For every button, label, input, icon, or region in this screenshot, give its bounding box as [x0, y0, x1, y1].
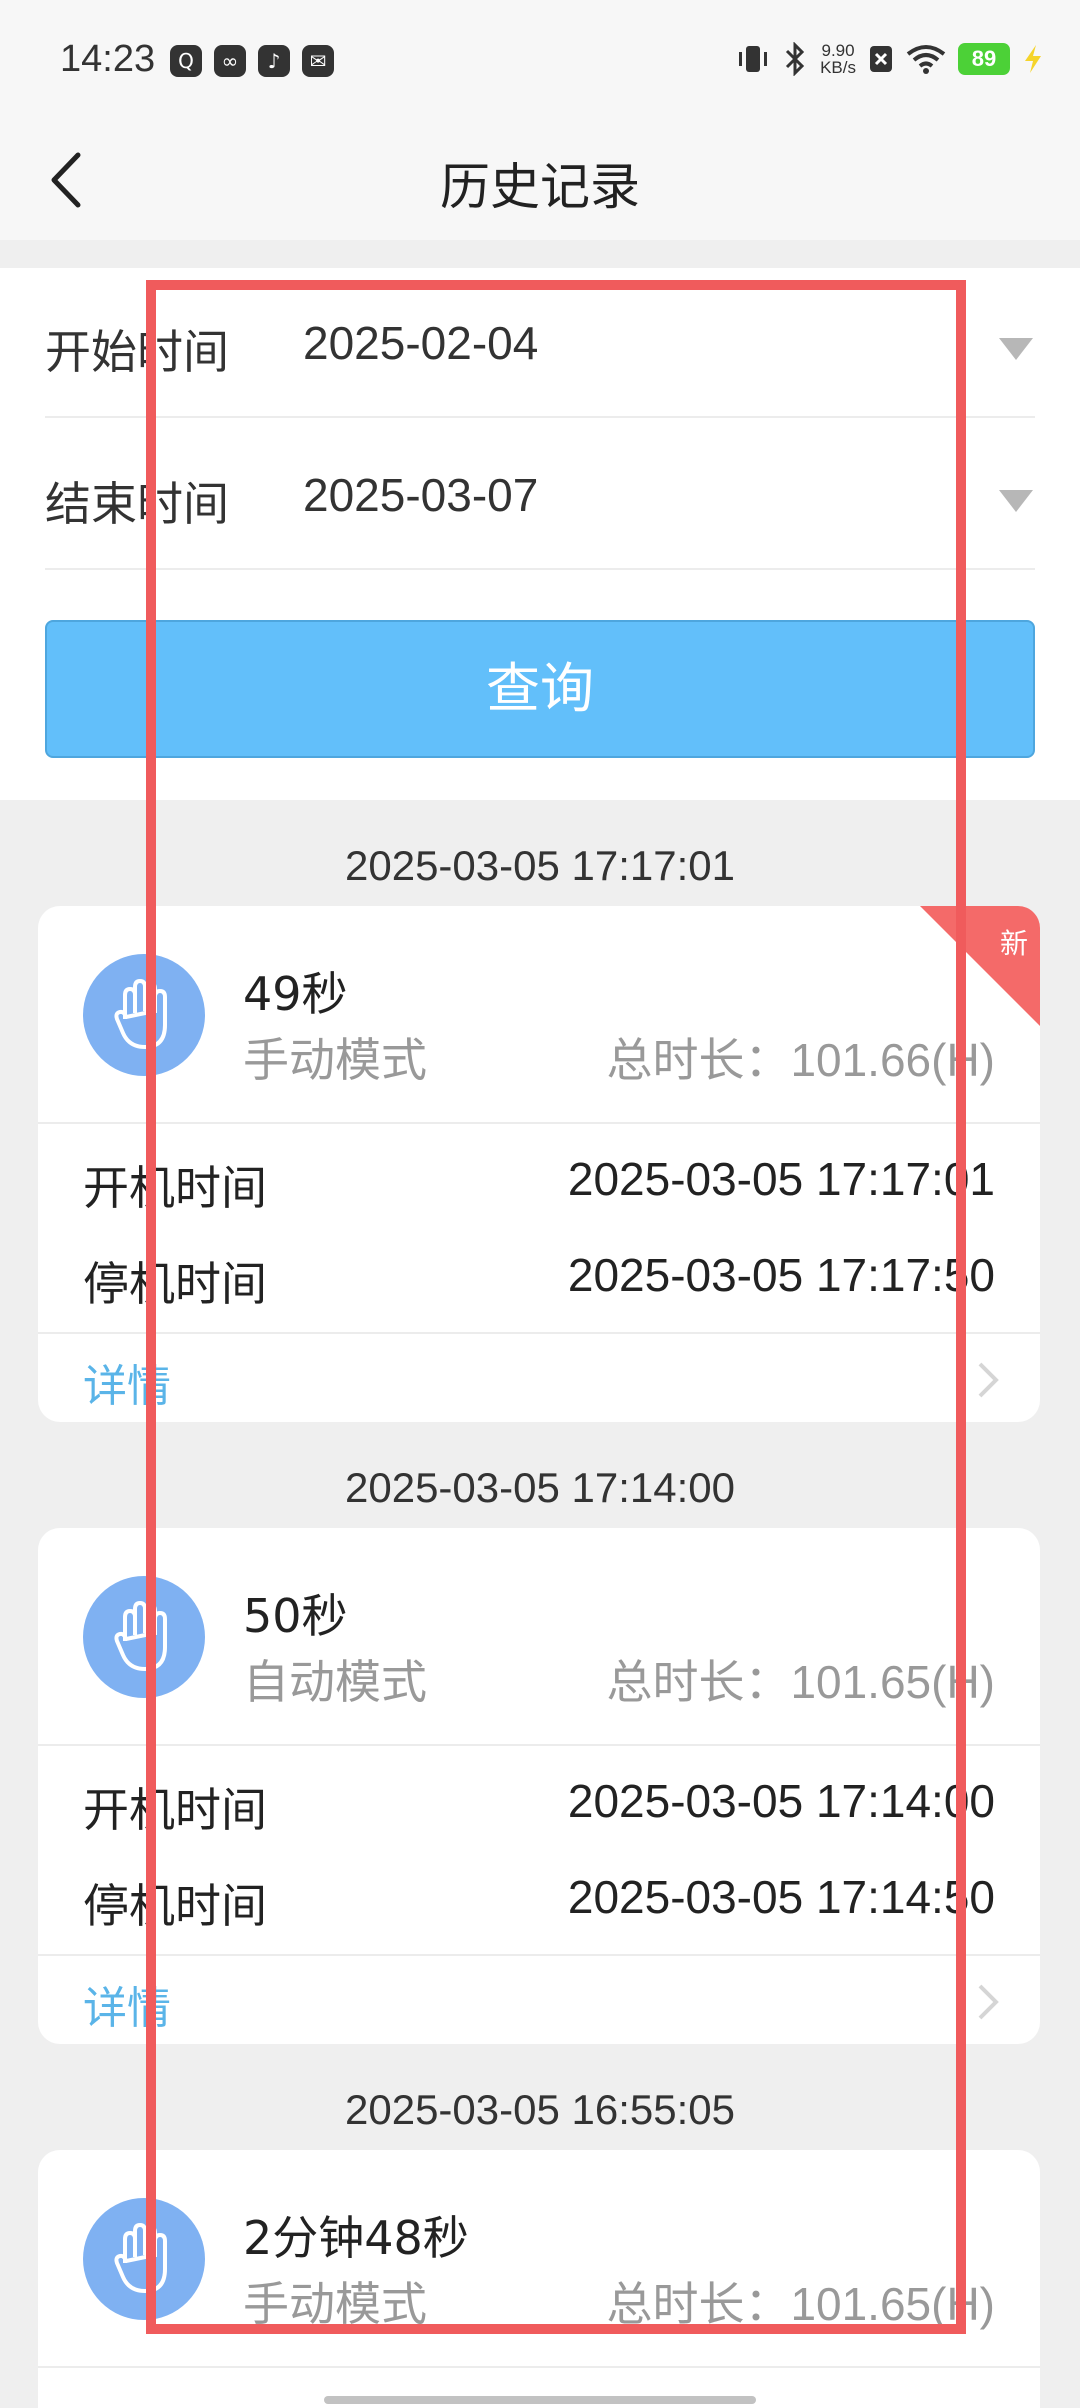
hand-icon: [114, 2223, 167, 2293]
new-badge-label: 新: [999, 927, 1028, 960]
start-time-value: 2025-03-05 17:17:01: [567, 1153, 995, 1205]
status-bar: 14:23 Q ∞ ♪ ✉ 9.90 KB/s 89: [0, 0, 1080, 125]
start-time-row: 开机时间 2025-03-05 17:14:00: [38, 1760, 1040, 1850]
end-date-picker[interactable]: 结束时间 2025-03-07: [45, 420, 1035, 570]
start-time-row: 开机时间 2025-03-05 17:17:01: [38, 1138, 1040, 1228]
record-mode: 自动模式: [243, 1655, 427, 1709]
wifi-icon: [906, 45, 946, 74]
new-badge: 新: [920, 906, 1040, 1026]
stop-time-value: 2025-03-05 17:17:50: [567, 1249, 995, 1301]
record-card-header: 50秒 自动模式 总时长：101.65(H): [38, 1528, 1040, 1746]
record-duration: 49秒: [243, 967, 348, 1021]
record-group-date: 2025-03-05 17:14:00: [345, 1464, 735, 1511]
net-speed: 9.90 KB/s: [820, 42, 856, 76]
status-notification-icons: Q ∞ ♪ ✉: [170, 45, 334, 77]
stop-time-row: 停机时间 2025-03-05 17:17:50: [38, 1234, 1040, 1324]
manual-mode-icon: [83, 954, 205, 1076]
no-sim-icon: [870, 46, 892, 72]
link-icon: ∞: [214, 45, 246, 77]
battery-indicator: 89: [958, 43, 1010, 75]
record-duration: 50秒: [243, 1589, 348, 1643]
record-card[interactable]: 50秒 自动模式 总时长：101.65(H) 开机时间 2025-03-05 1…: [38, 1528, 1040, 2044]
record-card[interactable]: 2分钟48秒 手动模式 总时长：101.65(H): [38, 2150, 1040, 2408]
nav-bar: 历史记录: [0, 125, 1080, 240]
record-total-duration: 总时长：101.65(H): [606, 2278, 995, 2330]
start-date-picker[interactable]: 开始时间 2025-02-04: [45, 268, 1035, 418]
start-time-label: 开机时间: [83, 1161, 267, 1215]
start-date-value: 2025-02-04: [303, 317, 539, 369]
mail-icon: ✉: [302, 45, 334, 77]
record-duration: 2分钟48秒: [243, 2211, 469, 2265]
record-mode: 手动模式: [243, 1033, 427, 1087]
caret-down-icon: [999, 338, 1033, 360]
details-row[interactable]: 详情: [38, 1332, 1040, 1422]
caret-down-icon: [999, 490, 1033, 512]
filter-panel: 开始时间 2025-02-04 结束时间 2025-03-07 查询: [0, 268, 1080, 800]
hand-icon: [114, 979, 167, 1049]
end-date-value: 2025-03-07: [303, 469, 539, 521]
end-date-label: 结束时间: [45, 477, 229, 531]
chevron-right-icon: [978, 1984, 999, 2020]
record-card-header: 49秒 手动模式 总时长：101.66(H) 新: [38, 906, 1040, 1124]
page-title: 历史记录: [440, 158, 640, 216]
tiktok-icon: ♪: [258, 45, 290, 77]
status-right-icons: 9.90 KB/s 89: [736, 42, 1044, 76]
record-card[interactable]: 49秒 手动模式 总时长：101.66(H) 新 开机时间 2025-03-05…: [38, 906, 1040, 1422]
qq-icon: Q: [170, 45, 202, 77]
record-mode: 手动模式: [243, 2277, 427, 2331]
details-link[interactable]: 详情: [83, 1972, 171, 2036]
net-speed-value: 9.90: [821, 41, 855, 60]
stop-time-row: 停机时间 2025-03-05 17:14:50: [38, 1856, 1040, 1946]
stop-time-value: 2025-03-05 17:14:50: [567, 1871, 995, 1923]
charging-icon: [1025, 45, 1041, 73]
query-button[interactable]: 查询: [45, 620, 1035, 758]
record-group-date: 2025-03-05 17:17:01: [345, 842, 735, 889]
home-indicator[interactable]: [324, 2396, 756, 2404]
status-time: 14:23: [60, 38, 156, 80]
bluetooth-icon: [786, 42, 805, 76]
stop-time-label: 停机时间: [83, 1257, 267, 1311]
hand-icon: [114, 1601, 167, 1671]
details-link[interactable]: 详情: [83, 1350, 171, 1414]
record-total-duration: 总时长：101.66(H): [606, 1034, 995, 1086]
mode-icon: [83, 1576, 205, 1698]
details-row[interactable]: 详情: [38, 1954, 1040, 2044]
vibrate-icon: [739, 46, 768, 72]
start-date-label: 开始时间: [45, 325, 229, 379]
record-group-date: 2025-03-05 16:55:05: [345, 2086, 735, 2133]
stop-time-label: 停机时间: [83, 1879, 267, 1933]
start-time-value: 2025-03-05 17:14:00: [567, 1775, 995, 1827]
manual-mode-icon: [83, 2198, 205, 2320]
chevron-right-icon: [978, 1362, 999, 1398]
start-time-label: 开机时间: [83, 1783, 267, 1837]
net-speed-unit: KB/s: [820, 58, 856, 77]
record-total-duration: 总时长：101.65(H): [606, 1656, 995, 1708]
record-card-header: 2分钟48秒 手动模式 总时长：101.65(H): [38, 2150, 1040, 2368]
